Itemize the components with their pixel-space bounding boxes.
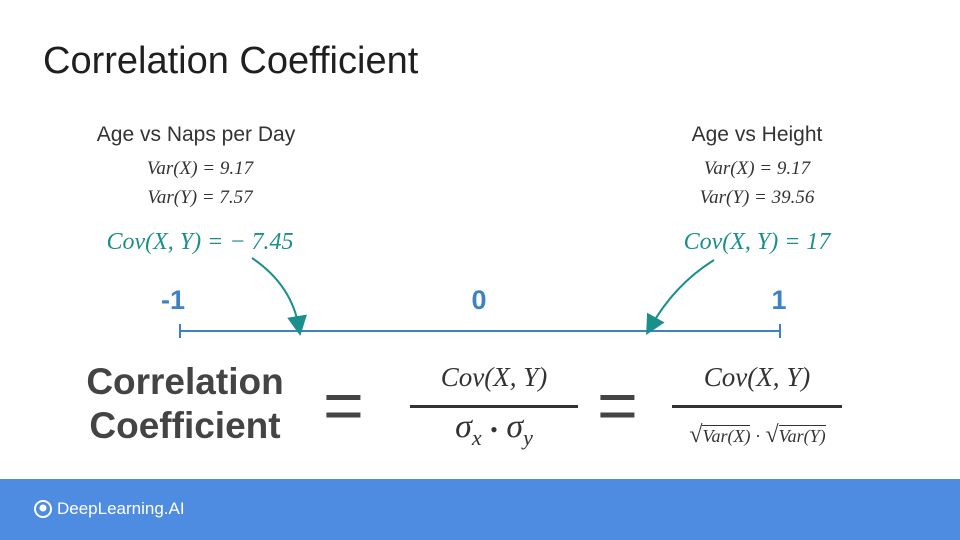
- deeplearning-logo-icon: [34, 500, 52, 518]
- left-arrow-icon: [251, 257, 307, 336]
- fraction2-denominator: √Var(X) · √Var(Y): [689, 422, 826, 448]
- fraction2-numerator: Cov(X, Y): [703, 362, 811, 392]
- fraction1-denominator: σx • σy: [455, 408, 533, 450]
- fraction2-bar: [672, 405, 842, 408]
- equals-sign-1: =: [323, 366, 364, 444]
- formula-lhs-line1: Correlation: [86, 361, 284, 402]
- footer-brand: DeepLearning.AI: [57, 499, 185, 518]
- fraction1-numerator: Cov(X, Y): [440, 362, 548, 392]
- footer-bar: DeepLearning.AI: [0, 479, 960, 540]
- right-arrow-icon: [646, 259, 715, 335]
- equals-sign-2: =: [597, 366, 638, 444]
- formula-lhs-line2: Coefficient: [89, 405, 281, 446]
